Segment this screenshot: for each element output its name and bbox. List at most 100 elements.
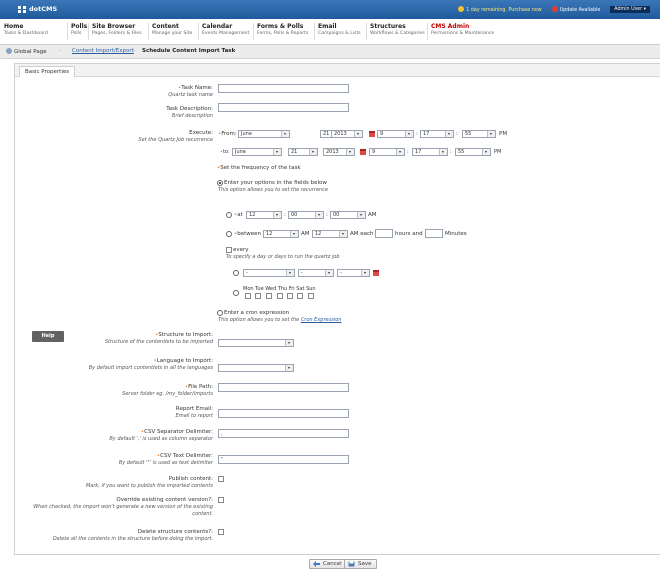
from-minute-select[interactable]: 17 [420,130,454,138]
between-to-hour-select[interactable]: 12 [312,230,348,238]
at-label: •at [234,212,243,218]
cancel-button[interactable]: Cancel [309,559,347,569]
breadcrumb-home[interactable]: Global Page [6,48,47,55]
license-notice[interactable]: 1 day remaining. Purchase now [458,6,542,13]
minutes-label: Minutes [445,231,467,237]
menu-email[interactable]: Email Campaigns & Lists [318,23,361,36]
dropdown-arrow-icon [396,149,404,155]
csv-text-input[interactable] [218,455,349,464]
every-day-select[interactable]: - [298,269,334,277]
from-month-select[interactable]: June [238,130,290,138]
to-label: •to: [220,149,230,155]
language-select[interactable] [218,364,294,372]
weekday-thu-checkbox[interactable] [277,293,283,299]
hours-label: hours and [395,231,423,237]
task-name-input[interactable] [218,84,349,93]
update-available-link[interactable]: Update Available [551,6,600,13]
report-email-input[interactable] [218,409,349,418]
to-year-select[interactable]: 2013 [323,148,355,156]
menu-content[interactable]: Content Manage your Site [152,23,192,36]
dropdown-arrow-icon [281,131,289,137]
every-weekday-radio[interactable] [233,290,239,296]
execute-label: Execute: [189,130,213,136]
menu-subtitle: Campaigns & Lists [318,31,361,36]
cron-radio[interactable] [217,310,223,316]
delete-checkbox[interactable] [218,529,224,535]
tab-basic-properties[interactable]: Basic Properties [19,66,76,77]
user-menu[interactable]: Admin User ▾ [610,6,650,13]
cron-expression-link[interactable]: Cron Expression [301,317,342,323]
dotcms-logo[interactable]: dotCMS [18,5,57,13]
every-date-radio[interactable] [233,270,239,276]
minutes-input[interactable] [425,229,443,238]
menu-cms-admin[interactable]: CMS Admin Permissions & Maintenance [431,23,494,36]
chevron-down-icon: ▾ [643,7,646,12]
breadcrumb-separator-icon: › [133,48,136,54]
menu-home[interactable]: Home Tasks & Dashboard [4,23,48,36]
from-calendar-icon[interactable] [369,131,375,137]
at-second-select[interactable]: 00 [330,211,366,219]
menu-calendar[interactable]: Calendar Events Management [202,23,249,36]
menu-subtitle: Workflows & Categories [370,31,425,36]
to-calendar-icon[interactable] [360,149,366,155]
save-button[interactable]: Save [344,559,377,569]
every-checkbox[interactable] [226,247,232,253]
at-ampm: AM [368,212,377,218]
publish-checkbox[interactable] [218,476,224,482]
breadcrumb-content-import[interactable]: Content Import/Export [72,48,134,54]
to-month-select[interactable]: June [232,148,282,156]
hours-input[interactable] [375,229,393,238]
every-year-select[interactable]: - [337,269,370,277]
weekday-sat-checkbox[interactable] [297,293,303,299]
task-description-input[interactable] [218,103,349,112]
between-to-ampm: AM each [350,231,374,237]
weekday-tue-checkbox[interactable] [255,293,261,299]
every-calendar-icon[interactable] [373,270,379,276]
file-path-input[interactable] [218,383,349,392]
time-colon: : [450,149,452,155]
time-colon: : [284,212,286,218]
options-fields-radio[interactable] [217,180,223,186]
warning-icon [458,6,465,12]
breadcrumb-current: Schedule Content Import Task [142,48,236,54]
at-minute-select[interactable]: 00 [288,211,324,219]
csv-separator-input[interactable] [218,429,349,438]
menu-structures[interactable]: Structures Workflows & Categories [370,23,425,36]
dropdown-arrow-icon [354,131,362,137]
dropdown-arrow-icon [286,270,294,276]
from-label: •From: [218,131,237,137]
menu-title: Home [4,23,24,30]
menu-title: Calendar [202,23,233,30]
help-button[interactable]: Help [32,331,64,342]
menu-subtitle: Events Management [202,31,250,36]
menu-polls[interactable]: Polls Polls [71,23,87,36]
menu-forms-polls[interactable]: Forms & Polls Forms, Polls & Reports [257,23,308,36]
weekday-sun-checkbox[interactable] [308,293,314,299]
menu-site-browser[interactable]: Site Browser Pages, Folders & Files [92,23,142,36]
override-checkbox[interactable] [218,497,224,503]
dropdown-arrow-icon [309,149,317,155]
from-second-select[interactable]: 55 [462,130,496,138]
weekday-fri-checkbox[interactable] [287,293,293,299]
execute-hint: Set the Quartz Job recurrence [138,137,213,143]
every-month-select[interactable]: - [243,269,295,277]
cancel-label: Cancel [323,561,342,567]
from-hour-select[interactable]: 9 [377,130,414,138]
between-from-hour-select[interactable]: 12 [263,230,299,238]
dropdown-arrow-icon [357,212,365,218]
frequency-title: •Set the frequency of the task [217,165,301,171]
task-name-label: •Task Name: [178,85,213,91]
weekday-wed-checkbox[interactable] [266,293,272,299]
dropdown-arrow-icon [273,149,281,155]
structure-select[interactable] [218,339,294,347]
to-hour-select[interactable]: 9 [369,148,405,156]
to-day-select[interactable]: 21 [288,148,318,156]
at-radio[interactable] [226,212,232,218]
from-year-select[interactable]: 2013 [331,130,363,138]
user-name: Admin User [614,7,643,12]
to-second-select[interactable]: 55 [455,148,491,156]
weekday-mon-checkbox[interactable] [245,293,251,299]
between-radio[interactable] [226,231,232,237]
at-hour-select[interactable]: 12 [246,211,282,219]
to-minute-select[interactable]: 17 [412,148,448,156]
